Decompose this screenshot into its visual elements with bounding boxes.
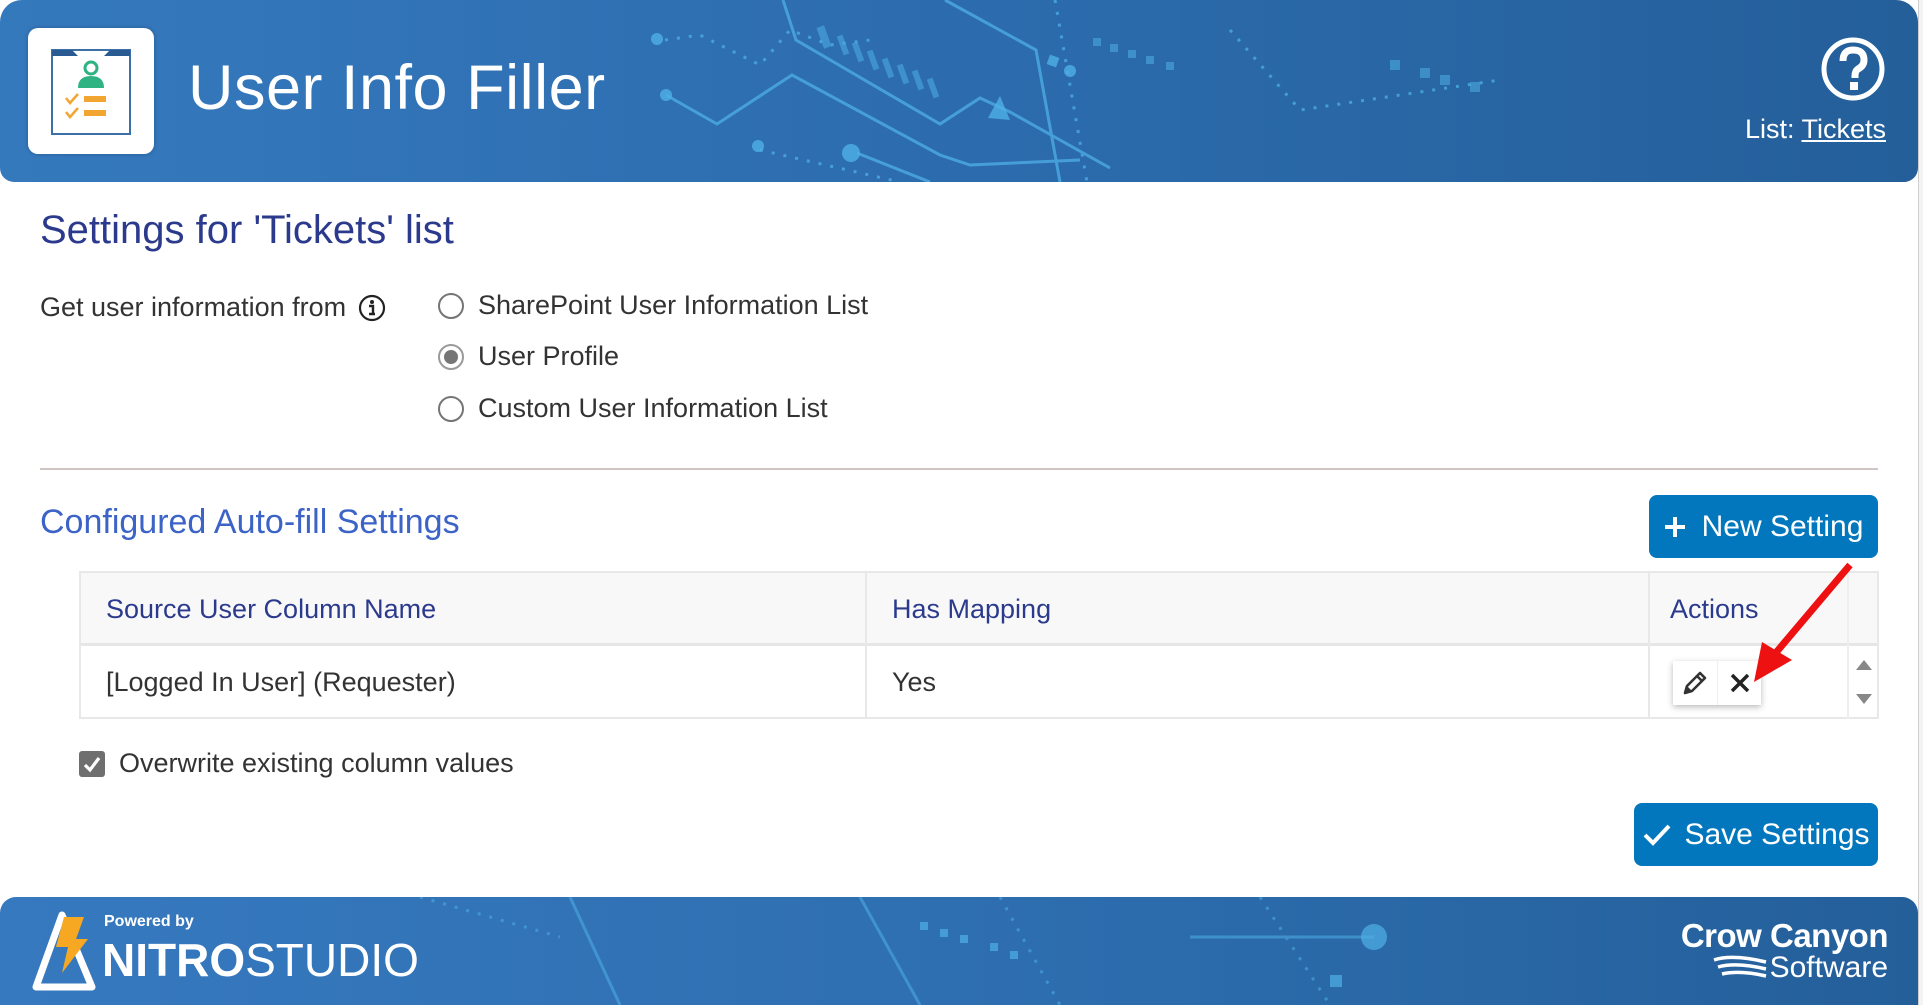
company-subtitle: Software: [1681, 951, 1888, 985]
new-setting-label: New Setting: [1701, 509, 1864, 543]
column-header-has-mapping: Has Mapping: [892, 594, 1052, 624]
clipboard-user-checklist-icon: [51, 49, 131, 135]
checkmark-icon: [1644, 824, 1671, 846]
info-circle-icon[interactable]: [358, 294, 386, 322]
overwrite-label: Overwrite existing column values: [119, 748, 514, 778]
column-divider: [1847, 573, 1849, 719]
powered-by-label: Powered by: [104, 913, 194, 930]
list-prefix: List:: [1744, 114, 1795, 144]
cell-has-mapping: Yes: [892, 666, 937, 697]
autofill-section-title: Configured Auto-fill Settings: [40, 503, 460, 541]
crow-canyon-logo: Crow Canyon Software: [1680, 917, 1889, 985]
save-settings-button[interactable]: Save Settings: [1634, 803, 1878, 866]
radio-custom-user-info-list[interactable]: Custom User Information List: [438, 393, 828, 424]
source-label: Get user information from: [40, 292, 386, 323]
page-title: Settings for 'Tickets' list: [40, 208, 454, 252]
table-scrollbar[interactable]: [1851, 646, 1877, 718]
radio-sharepoint-user-info-list[interactable]: SharePoint User Information List: [438, 290, 868, 321]
app-logo: [28, 28, 154, 154]
scroll-up-icon[interactable]: [1851, 656, 1877, 676]
row-actions: [1673, 661, 1761, 705]
column-header-actions: Actions: [1670, 594, 1759, 624]
cell-source-column: [Logged In User] (Requester): [106, 666, 456, 697]
radio-label: SharePoint User Information List: [478, 290, 869, 320]
radio-user-profile[interactable]: User Profile: [438, 341, 619, 372]
section-divider: [40, 468, 1878, 470]
delete-button[interactable]: [1717, 661, 1761, 705]
overwrite-checkbox[interactable]: Overwrite existing column values: [79, 748, 514, 779]
list-link[interactable]: Tickets: [1801, 114, 1886, 144]
pencil-icon: [1683, 671, 1707, 695]
company-name: Crow Canyon: [1680, 917, 1889, 954]
window-edge: [1918, 0, 1923, 1005]
radio-label: Custom User Information List: [478, 393, 828, 423]
app-title: User Info Filler: [188, 53, 606, 123]
new-setting-button[interactable]: New Setting: [1649, 495, 1878, 558]
radio-button[interactable]: [438, 395, 464, 422]
scroll-down-icon[interactable]: [1851, 688, 1877, 708]
radio-button-selected[interactable]: [438, 343, 464, 370]
source-label-text: Get user information from: [40, 292, 347, 322]
column-header-source: Source User Column Name: [106, 594, 437, 624]
save-settings-label: Save Settings: [1684, 817, 1870, 851]
app-footer: Powered by NITROSTUDIO Crow Canyon Softw…: [0, 897, 1918, 1005]
edit-button[interactable]: [1673, 661, 1717, 705]
checkbox-checked[interactable]: [79, 750, 105, 777]
question-circle-icon[interactable]: [1820, 36, 1886, 102]
nitro-wordmark-bold: NITRO: [102, 934, 246, 986]
nitro-studio-wordmark: NITROSTUDIO: [102, 933, 419, 987]
nitro-studio-logo-icon: [32, 911, 96, 991]
app-header: User Info Filler List: Tickets: [0, 0, 1918, 182]
company-software: Software: [1769, 951, 1888, 984]
current-list-indicator: List: Tickets: [1745, 114, 1886, 145]
wave-icon: [1713, 955, 1767, 978]
checkmark-icon: [83, 756, 101, 772]
radio-label: User Profile: [478, 341, 620, 371]
nitro-wordmark-light: STUDIO: [245, 934, 419, 986]
autofill-settings-table: Source User Column Name Has Mapping Acti…: [79, 571, 1879, 719]
plus-icon: [1664, 516, 1685, 537]
close-icon: [1730, 673, 1749, 693]
radio-button[interactable]: [438, 292, 464, 319]
